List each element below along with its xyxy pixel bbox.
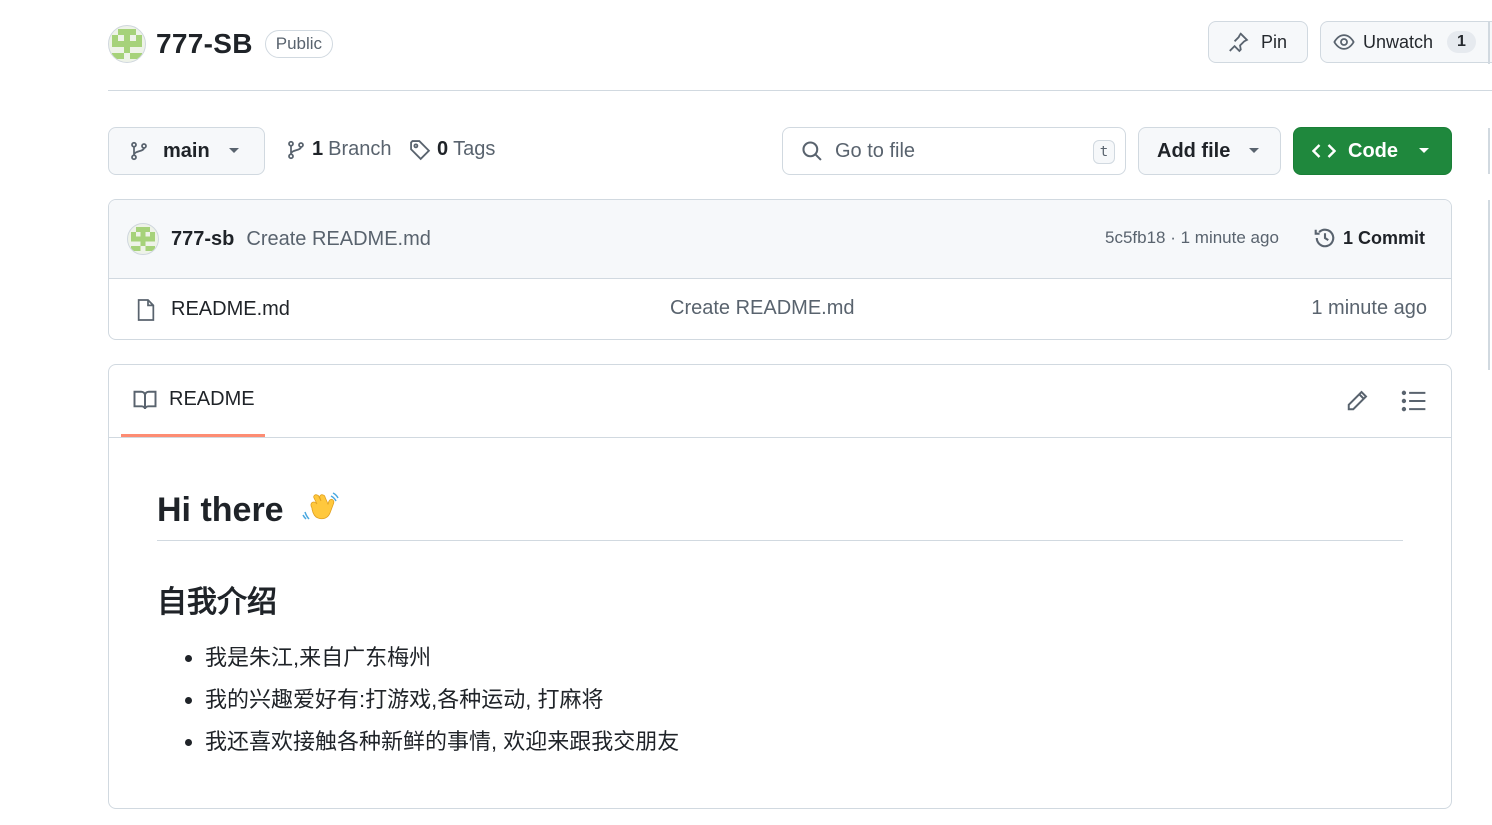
caret-down-icon [1249, 148, 1260, 153]
branch-select-button[interactable]: main [108, 127, 265, 175]
list-item: 我是朱江,来自广东梅州 [205, 637, 1403, 679]
pin-icon [1229, 32, 1249, 53]
watch-count: 1 [1447, 31, 1476, 53]
pin-button[interactable]: Pin [1208, 21, 1308, 63]
identicon-icon [112, 29, 142, 59]
tags-count: 0 [437, 138, 449, 160]
unwatch-button[interactable]: Unwatch 1 [1320, 21, 1492, 63]
readme-content: Hi there 自我介绍 我是朱江,来自广东梅州 我的兴趣爱好有:打游戏,各种… [109, 490, 1451, 763]
unwatch-label: Unwatch [1363, 31, 1434, 52]
commit-author-avatar[interactable] [127, 223, 159, 255]
readme-heading-text: Hi there [157, 490, 284, 529]
branches-label: Branch [328, 138, 392, 160]
readme-panel: README Hi there 自我介绍 我是朱江,来自广东梅州 我的兴趣爱好有… [108, 364, 1452, 809]
pencil-icon[interactable] [1345, 389, 1369, 413]
commits-history-link[interactable]: 1 Commit [1313, 226, 1425, 250]
history-icon [1314, 228, 1335, 248]
readme-tab-bar: README [109, 365, 1451, 438]
file-icon [137, 298, 155, 321]
readme-heading: Hi there [157, 490, 1403, 541]
commits-label: 1 Commit [1343, 227, 1426, 248]
latest-commit-row: 777-sb Create README.md 5c5fb18 · 1 minu… [109, 200, 1451, 279]
intro-list: 我是朱江,来自广东梅州 我的兴趣爱好有:打游戏,各种运动, 打麻将 我还喜欢接触… [157, 637, 1403, 763]
code-icon [1312, 144, 1336, 158]
add-file-button[interactable]: Add file [1138, 127, 1281, 175]
git-branch-icon [288, 140, 304, 159]
git-branch-icon [131, 141, 147, 161]
caret-down-icon [1419, 148, 1429, 153]
identicon-icon [131, 227, 155, 251]
tags-link[interactable]: 0 Tags [409, 138, 495, 161]
commit-meta[interactable]: 5c5fb18 · 1 minute ago [1105, 228, 1279, 248]
tab-readme[interactable]: README [121, 365, 265, 437]
waving-hand-icon [301, 492, 339, 520]
file-name[interactable]: README.md [171, 298, 290, 321]
readme-tab-label: README [169, 388, 255, 410]
book-icon [133, 390, 157, 409]
search-placeholder: Go to file [835, 139, 916, 162]
eye-icon [1333, 34, 1355, 50]
file-time: 1 minute ago [1311, 297, 1427, 319]
clipped-sidebar-edge [1488, 128, 1490, 174]
list-item: 我还喜欢接触各种新鲜的事情, 欢迎来跟我交朋友 [205, 721, 1403, 763]
search-shortcut-key: t [1093, 140, 1115, 164]
file-row[interactable]: README.md Create README.md 1 minute ago [109, 279, 1451, 339]
clipped-sidebar-edge [1488, 22, 1490, 64]
pin-label: Pin [1261, 31, 1288, 52]
branches-link[interactable]: 1 Branch [286, 138, 392, 161]
code-label: Code [1348, 139, 1398, 162]
file-browser: 777-sb Create README.md 5c5fb18 · 1 minu… [108, 199, 1452, 340]
repo-header: 777-SB Public [108, 22, 334, 66]
list-icon[interactable] [1401, 389, 1427, 413]
visibility-badge: Public [264, 30, 334, 58]
code-button[interactable]: Code [1293, 127, 1452, 175]
branch-name: main [163, 139, 210, 162]
tags-label: Tags [453, 138, 496, 160]
branches-count: 1 [312, 138, 324, 160]
add-file-label: Add file [1157, 139, 1231, 162]
repo-name[interactable]: 777-SB [156, 28, 253, 60]
caret-down-icon [228, 148, 239, 153]
search-icon [802, 141, 822, 161]
tag-icon [410, 139, 431, 160]
header-divider [108, 90, 1492, 91]
go-to-file-input[interactable]: Go to file t [782, 127, 1126, 175]
clipped-sidebar-edge [1488, 200, 1490, 370]
commit-message[interactable]: Create README.md [246, 228, 431, 251]
list-item: 我的兴趣爱好有:打游戏,各种运动, 打麻将 [205, 679, 1403, 721]
section-title: 自我介绍 [157, 586, 277, 619]
commit-author[interactable]: 777-sb [171, 228, 234, 251]
file-commit-message[interactable]: Create README.md [670, 297, 855, 320]
repo-owner-avatar[interactable] [108, 25, 146, 63]
